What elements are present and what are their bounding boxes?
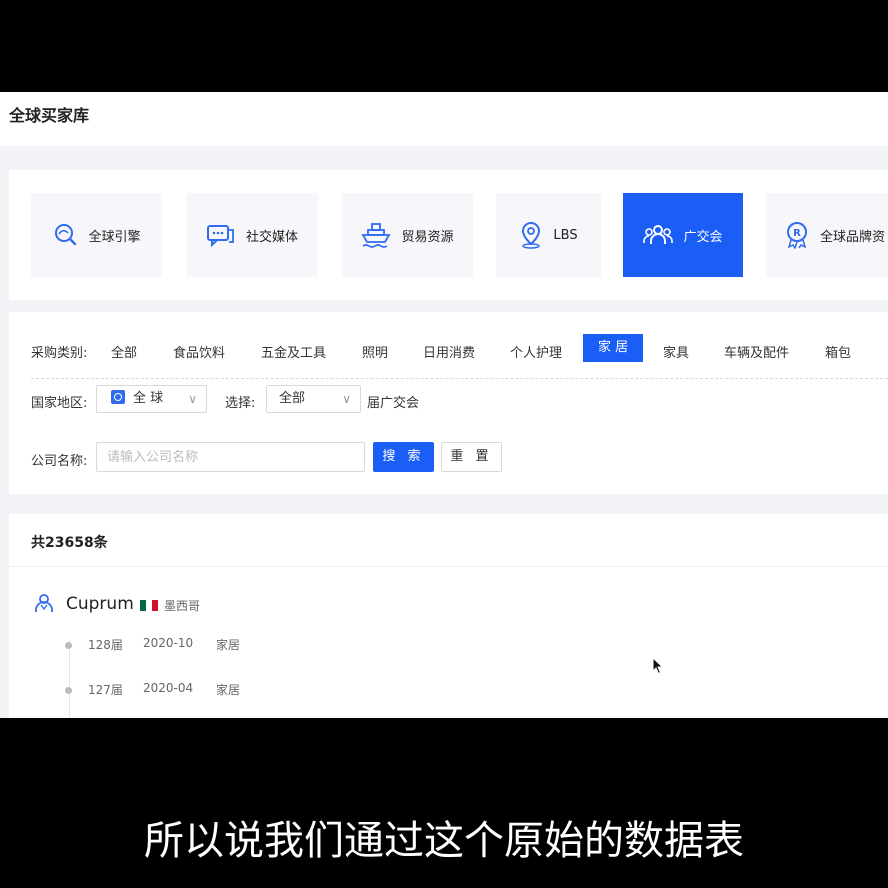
flag-mexico-icon: [140, 600, 158, 611]
card-canton-fair[interactable]: 广交会: [623, 193, 743, 277]
chevron-down-icon: ∨: [188, 392, 197, 406]
category-option-furniture[interactable]: 家具: [663, 342, 689, 361]
card-label: LBS: [553, 227, 578, 243]
category-option-bags[interactable]: 箱包: [825, 342, 851, 361]
registered-badge-icon: R: [787, 222, 807, 249]
source-category-panel: 全球引擎 社交媒体 贸易资源 LBS 广交会 R 全球品牌资: [9, 170, 888, 300]
card-label: 社交媒体: [245, 229, 298, 245]
category-option-lighting[interactable]: 照明: [362, 342, 388, 361]
globe-icon: [111, 390, 125, 404]
filter-divider: [31, 378, 888, 379]
card-global-engine[interactable]: 全球引擎: [31, 193, 162, 277]
company-country: 墨西哥: [164, 599, 201, 613]
company-name-label: 公司名称:: [31, 454, 88, 469]
card-label: 贸易资源: [401, 229, 454, 245]
card-social-media[interactable]: 社交媒体: [186, 193, 318, 277]
session-suffix: 届广交会: [367, 396, 420, 411]
timeline-dot: [65, 687, 72, 694]
app-title: 全球买家库: [9, 106, 90, 125]
timeline-dot: [65, 642, 72, 649]
mouse-cursor-icon: [652, 657, 664, 675]
chat-icon: [206, 225, 234, 248]
filter-panel: 采购类别: 全部 食品饮料 五金及工具 照明 日用消费 个人护理 家 居 家具 …: [9, 312, 888, 494]
ship-icon: [361, 223, 392, 248]
session-number: 128届: [88, 638, 123, 652]
top-bar: 全球买家库: [0, 92, 888, 146]
region-value: 全 球: [133, 391, 164, 406]
session-value: 全部: [279, 391, 306, 406]
card-trade-resources[interactable]: 贸易资源: [342, 193, 473, 277]
card-global-brands[interactable]: R 全球品牌资: [766, 193, 888, 277]
category-option-vehicles[interactable]: 车辆及配件: [724, 342, 789, 361]
session-label: 选择:: [225, 396, 256, 411]
flag-stripe: [152, 600, 158, 611]
category-option-home[interactable]: 家 居: [583, 334, 644, 362]
results-total: 共23658条: [31, 535, 108, 551]
session-date: 2020-10: [143, 636, 194, 650]
card-label: 全球品牌资: [820, 229, 886, 245]
session-select[interactable]: 全部 ∨: [266, 385, 361, 413]
card-lbs[interactable]: LBS: [496, 193, 601, 277]
results-panel: 共23658条 Cuprum 墨西哥 128届 2020-10 家居 127届 …: [9, 514, 888, 718]
category-filter-label: 采购类别:: [31, 346, 88, 361]
session-category: 家居: [216, 638, 241, 652]
company-name[interactable]: Cuprum: [66, 594, 134, 614]
chevron-down-icon: ∨: [342, 392, 351, 406]
company-name-input[interactable]: [96, 442, 365, 472]
timeline-line: [69, 640, 70, 718]
reset-button[interactable]: 重 置: [441, 442, 502, 472]
category-option-personal-care[interactable]: 个人护理: [510, 342, 562, 361]
category-option-food[interactable]: 食品饮料: [173, 342, 225, 361]
people-icon: [643, 225, 674, 244]
card-label: 全球引擎: [88, 229, 141, 245]
session-number: 127届: [88, 683, 123, 697]
results-divider: [9, 566, 888, 567]
company-avatar-icon: [35, 594, 53, 612]
region-select[interactable]: 全 球 ∨: [96, 385, 207, 413]
region-label: 国家地区:: [31, 396, 88, 411]
location-pin-icon: [522, 221, 541, 249]
svg-text:R: R: [793, 228, 801, 239]
card-label: 广交会: [683, 229, 723, 245]
app-screen: 全球买家库 全球引擎 社交媒体 贸易资源 LBS 广交会 R 全球品牌资 采购类…: [0, 92, 888, 718]
search-globe-icon: [55, 224, 77, 246]
category-option-hardware[interactable]: 五金及工具: [261, 342, 326, 361]
session-category: 家居: [216, 683, 241, 697]
category-option-all[interactable]: 全部: [111, 342, 137, 361]
category-option-consumer[interactable]: 日用消费: [423, 342, 475, 361]
session-date: 2020-04: [143, 681, 194, 695]
search-button[interactable]: 搜 索: [373, 442, 434, 472]
video-subtitle: 所以说我们通过这个原始的数据表: [144, 818, 744, 864]
